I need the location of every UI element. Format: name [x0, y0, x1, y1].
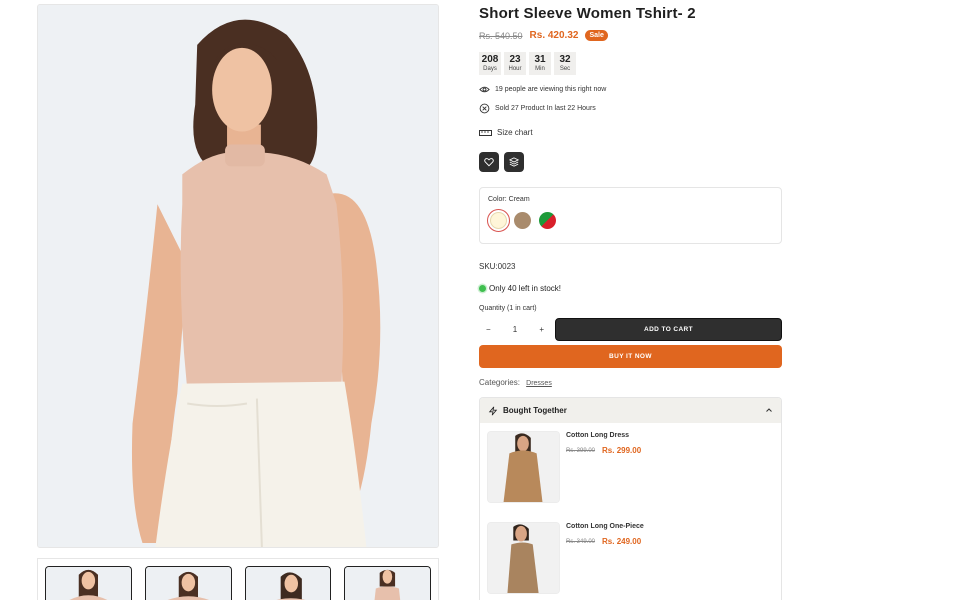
quantity-plus-button[interactable]: +	[539, 325, 544, 334]
categories: Categories: Dresses	[479, 378, 552, 387]
quantity-input[interactable]: 1	[513, 325, 517, 334]
add-to-cart-button[interactable]: ADD TO CART	[555, 318, 782, 341]
quantity-stepper: − 1 +	[479, 318, 551, 340]
compare-button[interactable]	[504, 152, 524, 172]
countdown-label: Sec	[559, 66, 571, 72]
thumbnail-4[interactable]	[344, 566, 431, 600]
bought-together-title: Bought Together	[503, 406, 567, 415]
categories-label: Categories:	[479, 378, 520, 387]
sold-recently: Sold 27 Product In last 22 Hours	[479, 103, 596, 114]
sale-price: Rs. 420.32	[529, 30, 579, 41]
lightning-icon	[488, 406, 498, 415]
countdown-label: Days	[483, 66, 497, 72]
main-product-image[interactable]	[37, 4, 439, 548]
countdown-value: 208	[481, 54, 499, 65]
thumbnail-3[interactable]	[244, 566, 332, 600]
countdown-value: 23	[509, 54, 521, 65]
selected-color: Cream	[508, 196, 530, 203]
bundle-item-old-price: Rs. 349.00	[566, 538, 596, 545]
bundle-item-old-price: Rs. 399.00	[566, 447, 596, 454]
chevron-up-icon	[766, 408, 772, 412]
bundle-item-new-price: Rs. 299.00	[602, 446, 642, 455]
viewing-now: 19 people are viewing this right now	[479, 84, 606, 95]
bundle-item-name[interactable]: Cotton Long One-Piece	[566, 523, 644, 530]
compare-price: Rs. 540.50	[479, 30, 523, 41]
sku: SKU:0023	[479, 262, 516, 271]
countdown-hours: 23 Hour	[504, 52, 526, 75]
swatch-brown[interactable]	[514, 212, 531, 229]
swatch-cream[interactable]	[487, 209, 510, 232]
color-label-row: Color: Cream	[488, 196, 530, 203]
swatch-red-green[interactable]	[539, 212, 556, 229]
thumbnail-strip	[37, 558, 439, 600]
bundle-item-name[interactable]: Cotton Long Dress	[566, 432, 629, 439]
bundle-item-price: Rs. 349.00 Rs. 249.00	[566, 537, 641, 546]
stock-text: Only 40 left in stock!	[489, 284, 562, 293]
size-chart-link[interactable]: Size chart	[479, 128, 533, 137]
bundle-item-price: Rs. 399.00 Rs. 299.00	[566, 446, 641, 455]
countdown-value: 31	[534, 54, 546, 65]
category-link-dresses[interactable]: Dresses	[526, 380, 552, 387]
bundle-item-image[interactable]	[487, 522, 560, 594]
countdown-minutes: 31 Min	[529, 52, 551, 75]
bundle-item-image[interactable]	[487, 431, 560, 503]
heart-icon	[484, 158, 494, 167]
price-row: Rs. 540.50 Rs. 420.32 Sale	[479, 30, 608, 41]
eye-icon	[479, 86, 490, 93]
in-stock-dot-icon	[479, 285, 486, 292]
countdown-label: Hour	[508, 66, 522, 72]
countdown-timer: 208 Days 23 Hour 31 Min 32 Sec	[479, 52, 576, 75]
model-photo	[38, 5, 438, 547]
countdown-seconds: 32 Sec	[554, 52, 576, 75]
bought-together-header[interactable]: Bought Together	[480, 398, 781, 423]
stock-status: Only 40 left in stock!	[479, 284, 561, 293]
sale-badge: Sale	[585, 30, 608, 41]
bundle-item-new-price: Rs. 249.00	[602, 537, 642, 546]
clock-x-icon	[479, 103, 490, 114]
thumbnail-2[interactable]	[144, 566, 232, 600]
wishlist-button[interactable]	[479, 152, 499, 172]
countdown-value: 32	[559, 54, 571, 65]
quantity-minus-button[interactable]: −	[486, 325, 491, 334]
countdown-days: 208 Days	[479, 52, 501, 75]
bought-together-panel: Bought Together Cotton Long Dress Rs. 39…	[479, 397, 782, 600]
product-title: Short Sleeve Women Tshirt- 2	[479, 5, 696, 22]
countdown-label: Min	[535, 66, 545, 72]
sold-text: Sold 27 Product In last 22 Hours	[495, 105, 596, 112]
color-selector: Color: Cream	[479, 187, 782, 244]
color-label: Color:	[488, 196, 507, 203]
in-cart-count: (1 in cart)	[507, 305, 537, 312]
viewing-text: 19 people are viewing this right now	[495, 86, 607, 93]
quantity-label-row: Quantity (1 in cart)	[479, 305, 537, 312]
quantity-label: Quantity	[479, 305, 506, 312]
size-chart-label: Size chart	[497, 128, 533, 137]
buy-now-button[interactable]: BUY IT NOW	[479, 345, 782, 368]
ruler-icon	[479, 129, 492, 136]
layers-icon	[509, 157, 519, 167]
thumbnail-1[interactable]	[45, 566, 132, 600]
